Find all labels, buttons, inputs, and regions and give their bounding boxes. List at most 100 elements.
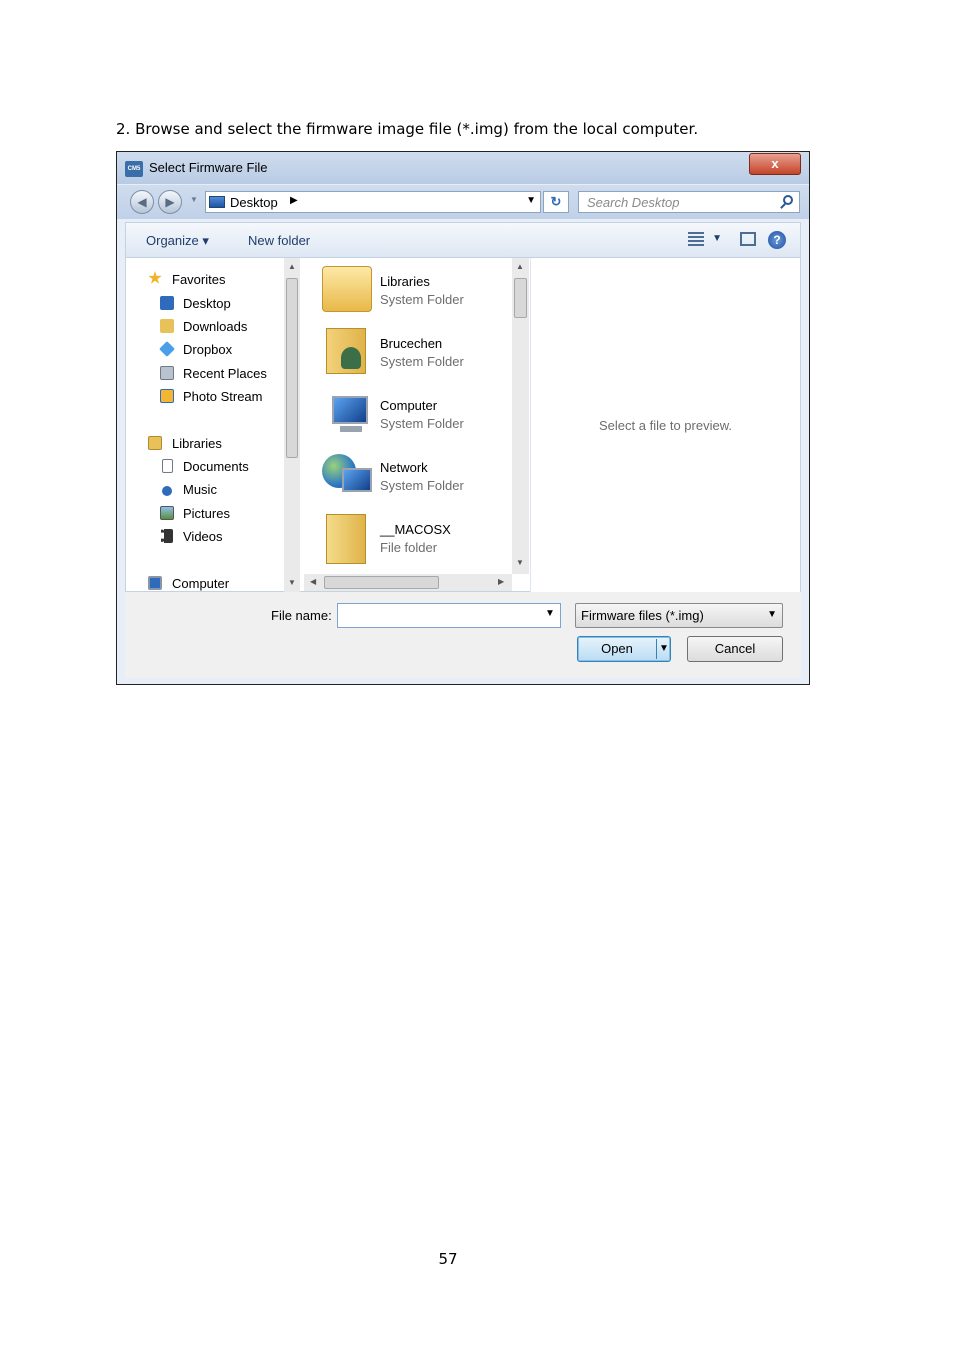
- dialog-title: Select Firmware File: [149, 160, 268, 175]
- computer-icon: [322, 390, 372, 436]
- search-icon[interactable]: [783, 195, 793, 205]
- recent-places-icon: [160, 366, 174, 380]
- search-input[interactable]: Search Desktop: [578, 191, 800, 213]
- file-item[interactable]: Libraries System Folder: [322, 262, 512, 318]
- file-type: System Folder: [380, 292, 464, 307]
- file-type: System Folder: [380, 416, 464, 431]
- monitor-stand: [340, 426, 362, 432]
- refresh-icon: ↻: [550, 194, 562, 209]
- nav-scrollbar[interactable]: ▲ ▼: [284, 258, 300, 592]
- forward-button[interactable]: ▶: [158, 190, 182, 214]
- title-bar: CM5 Select Firmware File x: [117, 152, 809, 184]
- file-name: Network: [380, 460, 428, 475]
- instruction-text: 2. Browse and select the firmware image …: [116, 120, 699, 138]
- nav-desktop[interactable]: Desktop: [183, 296, 231, 311]
- scroll-down-icon[interactable]: ▼: [516, 558, 524, 567]
- chevron-down-icon[interactable]: ▼: [767, 609, 777, 620]
- file-type-selected: Firmware files (*.img): [581, 608, 704, 623]
- change-view-icon[interactable]: [688, 232, 704, 246]
- file-name: Libraries: [380, 274, 430, 289]
- nav-recent-places[interactable]: Recent Places: [183, 366, 267, 381]
- file-name: Computer: [380, 398, 438, 413]
- file-type: System Folder: [380, 354, 464, 369]
- nav-scroll-thumb[interactable]: [286, 278, 298, 458]
- file-name: Brucechen: [380, 336, 443, 351]
- file-type-select[interactable]: Firmware files (*.img) ▼: [575, 603, 783, 628]
- photo-stream-icon: [160, 389, 174, 403]
- pictures-icon: [160, 506, 174, 520]
- nav-downloads[interactable]: Downloads: [183, 319, 247, 334]
- select-firmware-dialog: CM5 Select Firmware File x ◀ ▶ ▼ Desktop…: [116, 151, 810, 685]
- libraries-icon: [148, 436, 162, 450]
- monitor-screen: [332, 396, 368, 424]
- libraries-icon: [322, 266, 372, 312]
- recent-locations-dropdown-icon[interactable]: ▼: [190, 195, 198, 204]
- page-number: 57: [438, 1250, 458, 1268]
- nav-favorites[interactable]: Favorites: [172, 272, 225, 287]
- file-name-input[interactable]: [337, 603, 561, 628]
- help-icon[interactable]: ?: [768, 231, 786, 249]
- nav-photo-stream[interactable]: Photo Stream: [183, 389, 263, 404]
- music-icon: [162, 486, 172, 496]
- dropbox-icon: [159, 341, 175, 357]
- back-button[interactable]: ◀: [130, 190, 154, 214]
- documents-icon: [162, 459, 173, 473]
- file-type: System Folder: [380, 478, 464, 493]
- app-icon-text: CM5: [127, 166, 141, 172]
- file-vscroll-thumb[interactable]: [514, 278, 527, 318]
- nav-documents[interactable]: Documents: [183, 459, 249, 474]
- user-folder-icon: [326, 328, 366, 374]
- open-split-dropdown-icon[interactable]: ▼: [656, 639, 671, 659]
- nav-dropbox[interactable]: Dropbox: [183, 342, 232, 357]
- search-placeholder: Search Desktop: [587, 195, 680, 210]
- nav-music[interactable]: Music: [183, 482, 217, 497]
- navigation-pane: Favorites Desktop Downloads Dropbox Rece…: [126, 258, 302, 592]
- preview-pane-icon[interactable]: [740, 232, 756, 246]
- view-dropdown-icon[interactable]: ▼: [712, 233, 722, 244]
- path-location[interactable]: Desktop: [230, 195, 278, 210]
- file-list-pane: Libraries System Folder Brucechen System…: [304, 258, 529, 592]
- file-hscroll-thumb[interactable]: [324, 576, 439, 589]
- nav-libraries[interactable]: Libraries: [172, 436, 222, 451]
- network-icon: [322, 452, 372, 498]
- scroll-left-icon[interactable]: ◀: [310, 577, 316, 586]
- scroll-up-icon[interactable]: ▲: [516, 262, 524, 271]
- file-type: File folder: [380, 540, 438, 555]
- file-item[interactable]: Brucechen System Folder: [322, 324, 512, 380]
- file-horizontal-scrollbar[interactable]: ◀ ▶: [304, 574, 512, 591]
- open-button-label: Open: [601, 641, 633, 656]
- browser-content: Favorites Desktop Downloads Dropbox Rece…: [125, 258, 801, 592]
- file-vertical-scrollbar[interactable]: ▲ ▼: [512, 258, 529, 574]
- file-name: __MACOSX: [380, 522, 451, 537]
- open-button[interactable]: Open ▼: [577, 636, 671, 662]
- file-item[interactable]: Computer System Folder: [322, 386, 512, 442]
- address-bar: ◀ ▶ ▼ Desktop ▶ ▼ ↻ Search Desktop: [117, 185, 809, 219]
- refresh-button[interactable]: ↻: [543, 191, 569, 213]
- nav-videos[interactable]: Videos: [183, 529, 223, 544]
- chevron-right-icon[interactable]: ▶: [290, 195, 298, 206]
- scroll-up-icon[interactable]: ▲: [288, 262, 296, 271]
- preview-message: Select a file to preview.: [599, 418, 732, 433]
- close-button[interactable]: x: [749, 153, 801, 175]
- downloads-icon: [160, 319, 174, 333]
- file-name-dropdown-icon[interactable]: ▼: [545, 608, 555, 619]
- file-item[interactable]: __MACOSX File folder: [322, 510, 512, 566]
- desktop-icon: [209, 196, 225, 208]
- nav-pictures[interactable]: Pictures: [183, 506, 230, 521]
- path-breadcrumb[interactable]: Desktop ▶ ▼: [205, 191, 541, 213]
- nav-computer[interactable]: Computer: [172, 576, 229, 591]
- star-icon: [148, 271, 162, 284]
- desktop-icon: [160, 296, 174, 310]
- toolbar: Organize ▾ New folder ▼ ?: [125, 222, 801, 258]
- app-icon: CM5: [125, 161, 143, 177]
- scroll-right-icon[interactable]: ▶: [498, 577, 504, 586]
- folder-icon: [326, 514, 366, 564]
- scroll-down-icon[interactable]: ▼: [288, 578, 296, 587]
- path-dropdown-icon[interactable]: ▼: [526, 195, 536, 206]
- organize-button[interactable]: Organize ▾: [146, 233, 209, 249]
- new-folder-button[interactable]: New folder: [248, 233, 310, 248]
- file-name-label: File name:: [271, 608, 332, 623]
- cancel-button[interactable]: Cancel: [687, 636, 783, 662]
- file-item[interactable]: Network System Folder: [322, 448, 512, 504]
- computer-icon: [148, 576, 162, 590]
